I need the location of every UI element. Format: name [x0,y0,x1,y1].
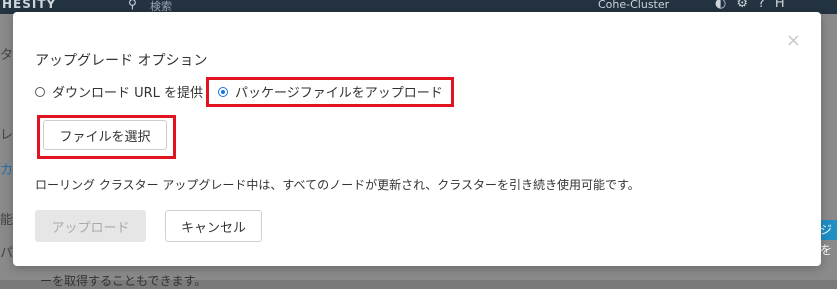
bg-fragment: パ [0,246,14,261]
bg-bottom-text: ーを取得することもできます。 [40,274,207,288]
bg-fragment: タ [0,48,14,63]
radio-label: ダウンロード URL を提供 [52,86,204,101]
upgrade-options-dialog: × アップグレード オプション ダウンロード URL を提供 パッケージファイル… [13,12,821,266]
close-icon[interactable]: × [786,32,801,50]
bg-fragment: レ [0,128,14,143]
highlight-box [37,115,176,159]
dialog-title: アップグレード オプション [35,53,208,69]
highlight-box [206,77,454,107]
cluster-name[interactable]: Cohe-Cluster [598,0,669,11]
cancel-button[interactable]: キャンセル [165,210,262,242]
topbar-icons[interactable]: ◐⚙?H [715,0,795,11]
search-icon[interactable]: ⚲ [128,0,137,11]
upload-button[interactable]: アップロード [35,210,146,242]
radio-unchecked-icon[interactable] [35,86,45,97]
app-logo: HESITY [2,0,57,11]
radio-provide-url[interactable]: ダウンロード URL を提供 [35,82,203,101]
bg-fragment: 能 [0,213,14,228]
rolling-upgrade-description: ローリング クラスター アップグレード中は、すべてのノードが更新され、クラスター… [35,178,640,192]
